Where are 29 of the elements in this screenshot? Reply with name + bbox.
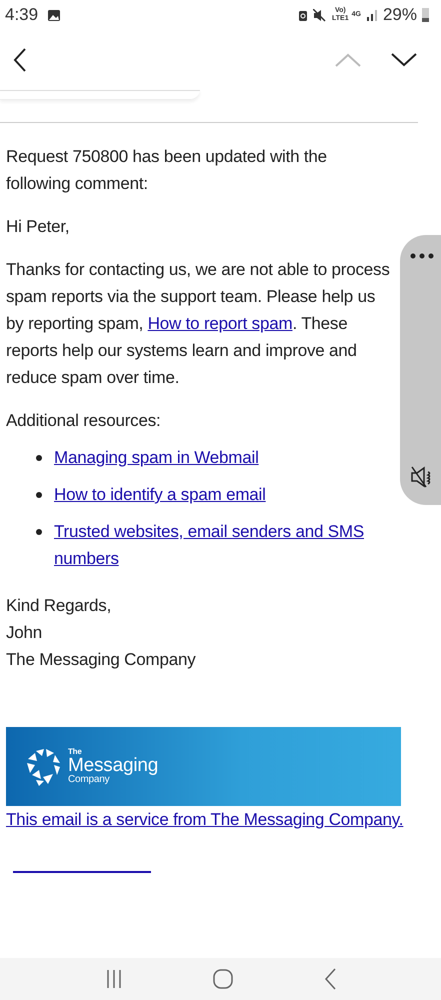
battery-percent: 29% bbox=[382, 5, 417, 25]
signature-line: The Messaging Company bbox=[6, 649, 197, 671]
app-notification-icon bbox=[298, 8, 308, 22]
logo-text: The bbox=[68, 748, 83, 756]
clock-time: 4:39 bbox=[5, 5, 38, 25]
logo-icon bbox=[26, 746, 62, 786]
body-paragraph: Thanks for contacting us, we are not able to process spam reports via the support team. Please help us by reporting spam, How to report spam. These reports help our systems learn and improve and reduce spam over time. bbox=[6, 259, 391, 389]
signal-icon bbox=[366, 9, 378, 21]
signature-line: Kind Regards, bbox=[6, 595, 112, 617]
resource-link[interactable]: Trusted websites, email senders and SMS numbers bbox=[54, 518, 395, 572]
greeting-text: Hi Peter, bbox=[6, 216, 70, 238]
battery-icon bbox=[422, 8, 429, 22]
signature-line: John bbox=[6, 622, 44, 644]
chevron-up-icon bbox=[335, 53, 361, 67]
logo-text: Company bbox=[68, 775, 110, 785]
chevron-left-icon bbox=[12, 47, 28, 73]
more-icon[interactable] bbox=[410, 253, 434, 259]
resource-link[interactable]: Managing spam in Webmail bbox=[54, 444, 259, 471]
logo-text: Messaging bbox=[68, 756, 158, 775]
resources-heading: Additional resources: bbox=[6, 410, 162, 432]
image-icon bbox=[47, 8, 62, 22]
home-icon[interactable] bbox=[212, 968, 234, 990]
mute-icon bbox=[313, 8, 328, 22]
chevron-down-icon bbox=[391, 53, 417, 67]
resource-link[interactable]: How to identify a spam email bbox=[54, 481, 266, 508]
intro-text: Request 750800 has been updated with the following comment: bbox=[6, 146, 328, 195]
footer-link[interactable]: This email is a service from The Messaging Company. bbox=[6, 806, 435, 833]
back-icon[interactable] bbox=[322, 968, 337, 990]
report-spam-link[interactable]: How to report spam bbox=[148, 314, 292, 333]
